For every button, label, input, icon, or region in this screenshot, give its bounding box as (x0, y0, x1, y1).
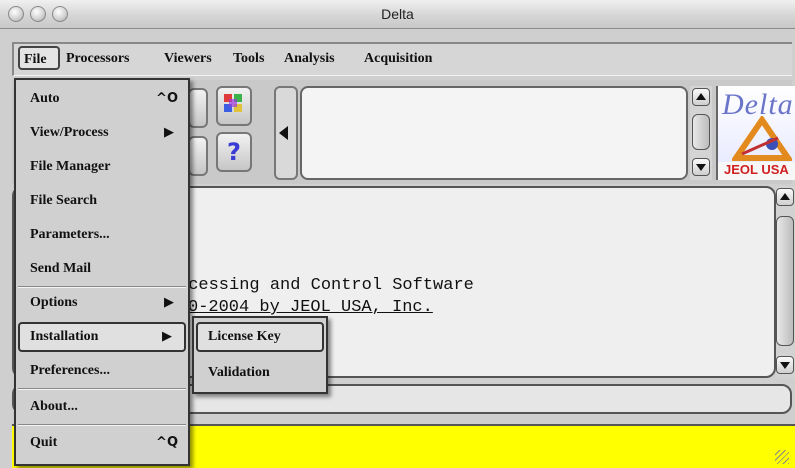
menu-separator (18, 388, 186, 390)
menu-tools[interactable]: Tools (233, 44, 264, 74)
console-scroll-up[interactable] (776, 188, 794, 206)
installation-submenu: License Key Validation (192, 316, 328, 394)
status-scrollbar[interactable] (690, 86, 712, 180)
toolbar-collapse-button[interactable] (274, 86, 298, 180)
menu-item-about[interactable]: About... (18, 392, 186, 422)
submenu-arrow-icon: ▶ (164, 295, 174, 310)
left-arrow-icon (279, 126, 288, 140)
question-icon: ? (227, 138, 241, 166)
delta-triangle-icon (732, 116, 792, 161)
console-scrollbar[interactable] (776, 186, 795, 378)
menu-acquisition[interactable]: Acquisition (364, 44, 432, 74)
menu-item-label: Auto (30, 91, 60, 106)
delta-logo: Delta JEOL USA (716, 86, 795, 180)
down-arrow-icon (780, 362, 790, 369)
menu-item-label: Installation (30, 329, 99, 344)
menu-item-label: Options (30, 295, 78, 310)
window-title: Delta (381, 6, 414, 22)
menu-processors[interactable]: Processors (66, 44, 130, 74)
menu-bar: File Processors Viewers Tools Analysis A… (12, 42, 792, 76)
menu-item-quit[interactable]: Quit ^Q (18, 428, 186, 458)
console-line-1: ocessing and Control Software (178, 276, 474, 295)
menu-item-auto[interactable]: Auto ^O (18, 84, 186, 114)
menu-item-view-process[interactable]: View/Process ▶ (18, 118, 186, 148)
submenu-arrow-icon: ▶ (164, 125, 174, 140)
app-window: Delta File Processors Viewers Tools Anal… (0, 0, 795, 468)
scroll-down-button[interactable] (692, 158, 710, 176)
menu-item-options[interactable]: Options ▶ (18, 288, 186, 318)
resize-grip[interactable] (775, 450, 789, 464)
toolbar-button-2[interactable] (188, 136, 208, 176)
palette-icon (224, 94, 242, 112)
up-arrow-icon (696, 93, 706, 100)
jeol-brand: JEOL USA (718, 162, 795, 180)
palette-button[interactable] (216, 86, 252, 126)
menu-item-parameters[interactable]: Parameters... (18, 220, 186, 250)
menu-item-validation[interactable]: Validation (196, 358, 324, 388)
help-button[interactable]: ? (216, 132, 252, 172)
scroll-thumb[interactable] (692, 114, 710, 150)
menu-item-send-mail[interactable]: Send Mail (18, 254, 186, 284)
menu-item-label: Quit (30, 435, 58, 450)
shortcut-label: ^Q (156, 435, 178, 450)
down-arrow-icon (696, 164, 706, 171)
menu-file[interactable]: File (18, 46, 60, 70)
menu-item-file-manager[interactable]: File Manager (18, 152, 186, 182)
title-bar: Delta (0, 0, 795, 29)
menu-separator (18, 424, 186, 426)
menu-item-label: View/Process (30, 125, 109, 140)
submenu-arrow-icon: ▶ (162, 329, 172, 344)
menu-analysis[interactable]: Analysis (284, 44, 335, 74)
console-scroll-thumb[interactable] (776, 216, 794, 346)
file-menu: Auto ^O View/Process ▶ File Manager File… (14, 78, 190, 466)
menu-item-installation[interactable]: Installation ▶ (18, 322, 186, 352)
menu-viewers[interactable]: Viewers (164, 44, 212, 74)
toolbar-button-1[interactable] (188, 88, 208, 128)
menu-item-preferences[interactable]: Preferences... (18, 356, 186, 386)
console-line-2: 0-2004 by JEOL USA, Inc. (188, 298, 433, 317)
menu-item-file-search[interactable]: File Search (18, 186, 186, 216)
up-arrow-icon (780, 193, 790, 200)
console-scroll-down[interactable] (776, 356, 794, 374)
scroll-up-button[interactable] (692, 88, 710, 106)
shortcut-label: ^O (156, 91, 178, 106)
menu-item-license-key[interactable]: License Key (196, 322, 324, 352)
status-area (300, 86, 688, 180)
